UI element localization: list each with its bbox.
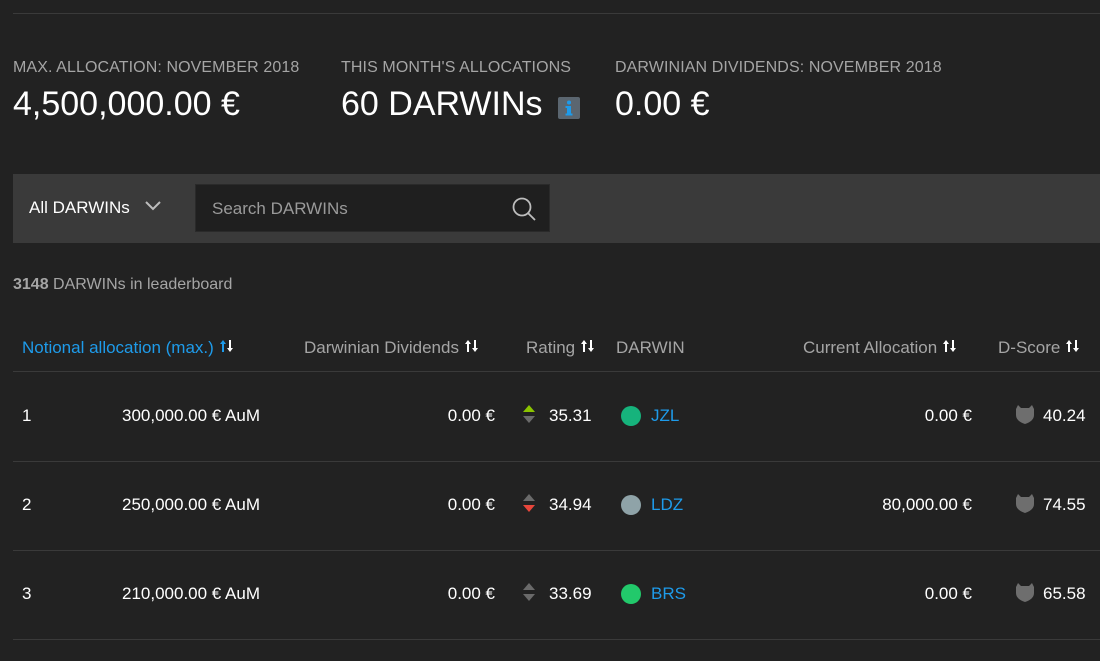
col-header-label: Rating [526, 338, 576, 357]
leaderboard-count-suffix: DARWINs in leaderboard [53, 276, 233, 293]
stat-label: MAX. ALLOCATION: NOVEMBER 2018 [13, 59, 300, 76]
top-divider [13, 13, 1100, 14]
col-header-dividends[interactable]: Darwinian Dividends [304, 338, 480, 358]
table-row[interactable]: 1 300,000.00 € AuM 0.00 € 35.31 JZL 0.00… [13, 372, 1100, 462]
col-header-label: Notional allocation (max.) [22, 338, 214, 357]
dividends-cell: 0.00 € [447, 495, 495, 514]
sort-arrows-icon [219, 338, 235, 358]
info-icon[interactable] [557, 96, 580, 119]
sort-arrows-icon [580, 338, 596, 358]
shield-icon [1015, 581, 1035, 608]
leaderboard-count: 3148 DARWINs in leaderboard [13, 276, 232, 294]
shield-icon [1015, 403, 1035, 430]
stat-value: 4,500,000.00 € [13, 85, 240, 123]
col-header-label: Darwinian Dividends [304, 338, 459, 357]
darwin-link[interactable]: BRS [651, 584, 686, 604]
darwin-cell: LDZ [621, 461, 683, 549]
darwin-link[interactable]: JZL [651, 406, 679, 426]
stat-darwinian-dividends: DARWINIAN DIVIDENDS: NOVEMBER 2018 0.00 … [615, 59, 942, 124]
col-header-label: Current Allocation [803, 338, 938, 357]
rank-cell: 3 [22, 584, 32, 603]
col-header-notional[interactable]: Notional allocation (max.) [22, 338, 235, 358]
rank-cell: 2 [22, 495, 32, 514]
search-input[interactable] [210, 185, 504, 233]
col-header-dscore[interactable]: D-Score [998, 338, 1081, 358]
notional-allocation-cell: 300,000.00 € AuM [122, 406, 261, 425]
rating-cell: 35.31 [521, 372, 592, 460]
darwin-link[interactable]: LDZ [651, 495, 683, 515]
col-header-darwin: DARWIN [616, 338, 685, 358]
table-row[interactable]: 3 210,000.00 € AuM 0.00 € 33.69 BRS 0.00… [13, 550, 1100, 640]
stat-value: 0.00 € [615, 85, 710, 123]
current-allocation-cell: 0.00 € [924, 406, 972, 425]
dscore-cell: 40.24 [1015, 372, 1086, 460]
current-allocation-cell: 0.00 € [924, 584, 972, 603]
dividends-cell: 0.00 € [447, 584, 495, 603]
rating-trend-icon [521, 581, 537, 608]
dscore-cell: 65.58 [1015, 550, 1086, 638]
darwin-status-dot [621, 584, 641, 604]
dropdown-label: All DARWINs [29, 198, 130, 217]
rating-trend-icon [521, 492, 537, 519]
darwin-status-dot [621, 495, 641, 515]
search-icon[interactable] [511, 196, 537, 227]
col-header-rating[interactable]: Rating [526, 338, 596, 358]
rating-trend-icon [521, 403, 537, 430]
darwin-filter-dropdown[interactable]: All DARWINs [29, 198, 162, 218]
col-header-current-allocation[interactable]: Current Allocation [803, 338, 958, 358]
chevron-down-icon [144, 197, 162, 217]
current-allocation-cell: 80,000.00 € [882, 495, 972, 514]
notional-allocation-cell: 210,000.00 € AuM [122, 584, 261, 603]
col-header-label: DARWIN [616, 338, 685, 357]
sort-arrows-icon [1065, 338, 1081, 358]
table-row[interactable]: 2 250,000.00 € AuM 0.00 € 34.94 LDZ 80,0… [13, 461, 1100, 551]
dividends-cell: 0.00 € [447, 406, 495, 425]
darwin-status-dot [621, 406, 641, 426]
filter-bar: All DARWINs [13, 174, 1100, 243]
stat-label: THIS MONTH'S ALLOCATIONS [341, 59, 572, 76]
stat-label: DARWINIAN DIVIDENDS: NOVEMBER 2018 [615, 59, 942, 76]
sort-arrows-icon [464, 338, 480, 358]
stat-month-allocations: THIS MONTH'S ALLOCATIONS 60 DARWINs [341, 59, 580, 124]
stat-max-allocation: MAX. ALLOCATION: NOVEMBER 2018 4,500,000… [13, 59, 299, 124]
rating-cell: 33.69 [521, 550, 592, 638]
stat-value: 60 DARWINs [341, 85, 543, 123]
search-box [195, 184, 550, 233]
darwin-cell: JZL [621, 372, 679, 460]
shield-icon [1015, 492, 1035, 519]
darwin-cell: BRS [621, 550, 686, 638]
rank-cell: 1 [22, 406, 32, 425]
notional-allocation-cell: 250,000.00 € AuM [122, 495, 261, 514]
dscore-cell: 74.55 [1015, 461, 1086, 549]
col-header-label: D-Score [998, 338, 1061, 357]
leaderboard-count-number: 3148 [13, 276, 49, 293]
rating-cell: 34.94 [521, 461, 592, 549]
sort-arrows-icon [942, 338, 958, 358]
